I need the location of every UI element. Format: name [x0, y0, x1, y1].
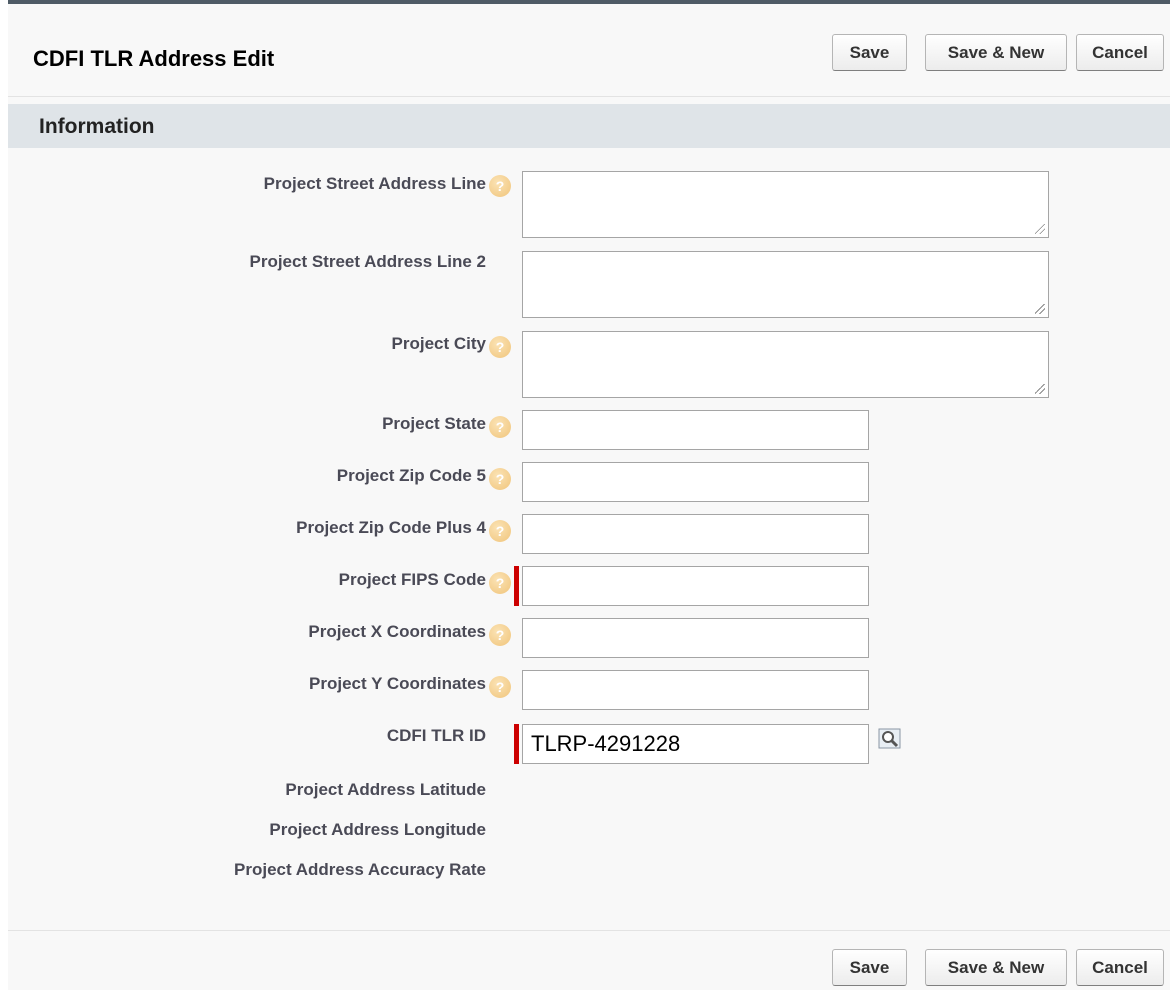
footer-save-button[interactable]: Save — [832, 949, 907, 986]
cancel-button[interactable]: Cancel — [1076, 34, 1164, 71]
x-coordinates-input[interactable] — [522, 618, 869, 658]
city-label: Project City — [391, 334, 486, 353]
resize-grip-icon[interactable] — [1035, 304, 1045, 314]
information-section-header: Information — [8, 104, 1170, 148]
state-input[interactable] — [522, 410, 869, 450]
fips-label: Project FIPS Code — [338, 570, 486, 589]
help-icon[interactable]: ? — [489, 520, 511, 542]
zip5-input[interactable] — [522, 462, 869, 502]
page-title: CDFI TLR Address Edit — [33, 46, 275, 71]
city-textarea[interactable] — [522, 331, 1049, 398]
y-coordinates-input[interactable] — [522, 670, 869, 710]
edit-page: CDFI TLR Address Edit Save Save & New Ca… — [8, 0, 1170, 990]
required-indicator — [514, 566, 519, 606]
street-address-textarea[interactable] — [522, 171, 1049, 238]
street-address-label: Project Street Address Line — [263, 174, 486, 193]
help-icon[interactable]: ? — [489, 416, 511, 438]
help-icon[interactable]: ? — [489, 336, 511, 358]
help-icon[interactable]: ? — [489, 175, 511, 197]
state-label: Project State — [382, 414, 486, 433]
accuracy-rate-label: Project Address Accuracy Rate — [234, 860, 486, 879]
save-button[interactable]: Save — [832, 34, 907, 71]
resize-grip-icon[interactable] — [1035, 224, 1045, 234]
x-coordinates-label: Project X Coordinates — [308, 622, 486, 641]
tlr-id-label: CDFI TLR ID — [386, 726, 486, 745]
tlr-id-input[interactable] — [522, 724, 869, 764]
street-address-2-textarea[interactable] — [522, 251, 1049, 318]
footer-divider — [8, 930, 1170, 931]
footer-save-new-button[interactable]: Save & New — [925, 949, 1067, 986]
zip4-label: Project Zip Code Plus 4 — [296, 518, 486, 537]
section-title: Information — [39, 115, 155, 138]
help-icon[interactable]: ? — [489, 624, 511, 646]
page-header: CDFI TLR Address Edit Save Save & New Ca… — [8, 4, 1170, 97]
y-coordinates-label: Project Y Coordinates — [309, 674, 486, 693]
fips-input[interactable] — [522, 566, 869, 606]
resize-grip-icon[interactable] — [1035, 384, 1045, 394]
street-address-2-label: Project Street Address Line 2 — [249, 252, 486, 271]
save-new-button[interactable]: Save & New — [925, 34, 1067, 71]
help-icon[interactable]: ? — [489, 468, 511, 490]
required-indicator — [514, 724, 519, 764]
longitude-label: Project Address Longitude — [269, 820, 486, 839]
help-icon[interactable]: ? — [489, 676, 511, 698]
footer-cancel-button[interactable]: Cancel — [1076, 949, 1164, 986]
zip4-input[interactable] — [522, 514, 869, 554]
help-icon[interactable]: ? — [489, 572, 511, 594]
lookup-icon[interactable] — [878, 726, 902, 750]
zip5-label: Project Zip Code 5 — [336, 466, 486, 485]
latitude-label: Project Address Latitude — [285, 780, 486, 799]
